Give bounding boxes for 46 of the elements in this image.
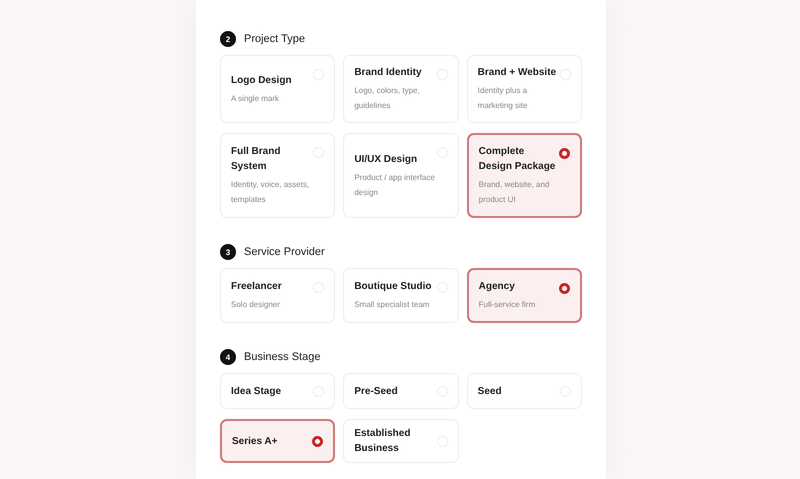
option-description: Identity plus a marketing site bbox=[478, 85, 528, 112]
option-description: Solo designer bbox=[231, 299, 281, 311]
option-title: Agency bbox=[478, 280, 516, 294]
option-title: Established Business bbox=[354, 427, 412, 456]
option-card[interactable]: Freelancer Solo designer bbox=[220, 268, 336, 323]
option-title: Brand Identity bbox=[354, 66, 423, 80]
option-card[interactable]: Series A+ bbox=[220, 419, 336, 463]
option-description: Logo, colors, type, guidelines bbox=[354, 85, 421, 112]
radio-icon[interactable] bbox=[559, 148, 570, 159]
option-title: Full Brand System bbox=[231, 145, 282, 174]
option-card[interactable]: Logo Design A single mark bbox=[220, 55, 336, 123]
step-number-badge: 4 bbox=[220, 349, 236, 365]
option-card[interactable]: Seed bbox=[466, 373, 582, 409]
option-title: UI/UX Design bbox=[354, 152, 418, 166]
option-description: Small specialist team bbox=[354, 299, 430, 311]
option-card[interactable]: Boutique Studio Small specialist team bbox=[343, 268, 459, 323]
option-title: Idea Stage bbox=[231, 384, 282, 398]
option-title: Boutique Studio bbox=[354, 280, 432, 294]
option-description: Product / app interface design bbox=[354, 172, 436, 199]
section-title: Service Provider bbox=[244, 246, 325, 258]
option-card[interactable]: Idea Stage bbox=[220, 373, 336, 409]
option-title: Freelancer bbox=[231, 280, 282, 294]
option-card[interactable]: Agency Full-service firm bbox=[466, 268, 582, 323]
option-title: Logo Design bbox=[231, 74, 292, 88]
option-card[interactable]: Brand Identity Logo, colors, type, guidelines bbox=[343, 55, 459, 123]
option-card[interactable]: Full Brand System Identity, voice, assets, templates bbox=[220, 133, 336, 218]
option-card[interactable]: Pre-Seed bbox=[343, 373, 459, 409]
step-number-badge: 2 bbox=[220, 31, 236, 47]
option-card[interactable]: UI/UX Design Product / app interface design bbox=[343, 133, 459, 218]
radio-icon[interactable] bbox=[312, 436, 324, 446]
option-title: Series A+ bbox=[232, 434, 278, 448]
option-title: Seed bbox=[478, 384, 502, 398]
option-description: A single mark bbox=[231, 92, 280, 105]
option-card[interactable]: Established Business bbox=[343, 419, 459, 463]
option-description: Full-service firm bbox=[478, 299, 536, 311]
option-card[interactable]: Brand + Website Identity plus a marketing site bbox=[466, 55, 582, 123]
step-number-badge: 3 bbox=[220, 244, 236, 260]
section-title: Project Type bbox=[244, 33, 305, 45]
option-description: Identity, voice, assets, templates bbox=[231, 179, 310, 206]
option-card[interactable]: Complete Design Package Brand, website, and product UI bbox=[466, 133, 582, 218]
radio-icon[interactable] bbox=[559, 283, 570, 294]
section-title: Business Stage bbox=[244, 351, 320, 363]
option-title: Pre-Seed bbox=[354, 384, 398, 398]
option-description: Brand, website, and product UI bbox=[478, 179, 550, 206]
option-title: Complete Design Package bbox=[478, 145, 556, 174]
option-title: Brand + Website bbox=[478, 66, 558, 80]
